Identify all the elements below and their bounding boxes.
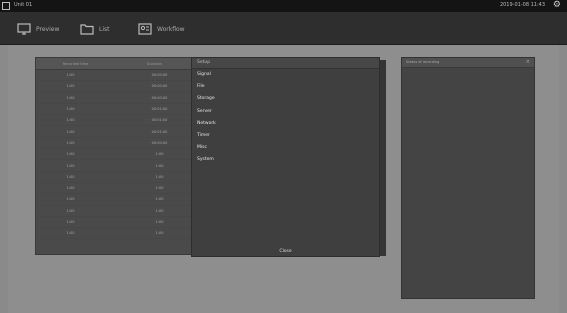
- close-icon[interactable]: ×: [526, 58, 530, 67]
- status-panel-header: Status of recording ×: [402, 58, 534, 68]
- cell-duration: 00:00:00: [151, 95, 168, 100]
- cell-duration: 00:00:00: [151, 73, 168, 78]
- table-row[interactable]: 1:00 00:00:00: [36, 70, 194, 82]
- cell-time: 1:00: [66, 231, 75, 236]
- cell-time: 1:00: [66, 95, 75, 100]
- column-header-duration: Duration: [146, 61, 163, 66]
- cell-duration: 00:00:00: [151, 140, 168, 145]
- cell-duration: 1:00: [155, 186, 164, 191]
- toolbar-workflow-label: Workflow: [157, 25, 185, 33]
- app-name: Unit 01: [14, 2, 33, 8]
- cell-duration: 00:01:00: [151, 129, 168, 134]
- cell-time: 1:00: [66, 140, 75, 145]
- table-row[interactable]: 1:00 1:00: [36, 160, 194, 172]
- setup-menu-title: Setup: [192, 58, 379, 69]
- table-row[interactable]: 1:00 00:01:00: [36, 104, 194, 116]
- monitor-icon: [17, 23, 31, 35]
- table-row[interactable]: 1:00 00:01:00: [36, 115, 194, 127]
- cell-time: 1:00: [66, 152, 75, 157]
- table-header: Recorded time Duration: [36, 58, 194, 70]
- menu-scrollbar[interactable]: [380, 60, 386, 256]
- menu-item-misc[interactable]: Misc: [192, 142, 379, 154]
- cell-duration: 1:00: [155, 197, 164, 202]
- cell-time: 1:00: [66, 174, 75, 179]
- close-button[interactable]: Close: [192, 249, 379, 254]
- cell-duration: 00:01:00: [151, 107, 168, 112]
- top-bar: Unit 01 2019-01-08 11:43 ⚙: [0, 0, 567, 12]
- table-row[interactable]: 1:00 1:00: [36, 194, 194, 206]
- cell-time: 1:00: [66, 118, 75, 123]
- table-row[interactable]: 1:00 1:00: [36, 206, 194, 217]
- cell-duration: 00:01:00: [151, 118, 168, 123]
- cell-time: 1:00: [66, 163, 75, 168]
- cell-duration: 1:00: [155, 152, 164, 157]
- status-panel: Status of recording ×: [401, 57, 535, 299]
- cell-time: 1:00: [66, 186, 75, 191]
- table-row[interactable]: 1:00 1:00: [36, 228, 194, 240]
- cell-time: 1:00: [66, 197, 75, 202]
- table-row[interactable]: 1:00 00:00:00: [36, 81, 194, 93]
- table-row[interactable]: 1:00 00:00:00: [36, 93, 194, 104]
- toolbar-list-label: List: [99, 25, 110, 33]
- table-row[interactable]: 1:00 1:00: [36, 149, 194, 161]
- cell-time: 1:00: [66, 73, 75, 78]
- menu-item-file[interactable]: File: [192, 81, 379, 93]
- table-row[interactable]: 1:00 1:00: [36, 217, 194, 229]
- table-row[interactable]: 1:00 00:01:00: [36, 126, 194, 138]
- clock: 2019-01-08 11:43: [499, 2, 545, 8]
- table-row[interactable]: 1:00 1:00: [36, 183, 194, 195]
- menu-item-network[interactable]: Network: [192, 118, 379, 130]
- recording-table: Recorded time Duration 1:00 00:00:00 1:00 0…: [35, 57, 195, 255]
- toolbar-preview-label: Preview: [36, 25, 60, 33]
- cell-duration: 00:00:00: [151, 84, 168, 89]
- table-row[interactable]: 1:00 00:00:00: [36, 138, 194, 150]
- cell-time: 1:00: [66, 129, 75, 134]
- folder-icon: [80, 24, 94, 35]
- cell-duration: 1:00: [155, 231, 164, 236]
- cell-time: 1:00: [66, 107, 75, 112]
- toolbar-preview-button[interactable]: Preview: [17, 21, 59, 37]
- cell-duration: 1:00: [155, 163, 164, 168]
- toolbar-workflow-button[interactable]: Workflow: [138, 21, 185, 37]
- table-row[interactable]: 1:00 1:00: [36, 172, 194, 183]
- cell-time: 1:00: [66, 208, 75, 213]
- cell-duration: 1:00: [155, 220, 164, 224]
- cell-time: 1:00: [66, 220, 75, 224]
- menu-item-timer[interactable]: Timer: [192, 130, 379, 142]
- menu-item-server[interactable]: Server: [192, 106, 379, 118]
- menu-item-signal[interactable]: Signal: [192, 69, 379, 81]
- cell-duration: 1:00: [155, 208, 164, 213]
- menu-item-system[interactable]: System: [192, 154, 379, 166]
- column-header-time: Recorded time: [62, 61, 89, 66]
- setup-menu: Setup Signal File Storage Server Network…: [191, 57, 380, 257]
- status-panel-title: Status of recording: [406, 60, 440, 64]
- id-card-icon: [138, 23, 152, 35]
- cell-duration: 1:00: [155, 174, 164, 179]
- app-logo-icon: [2, 2, 10, 10]
- gear-icon[interactable]: ⚙: [553, 1, 561, 10]
- toolbar: Preview List Workflow: [0, 12, 567, 45]
- menu-item-storage[interactable]: Storage: [192, 93, 379, 105]
- toolbar-list-button[interactable]: List: [80, 21, 110, 37]
- cell-time: 1:00: [66, 84, 75, 89]
